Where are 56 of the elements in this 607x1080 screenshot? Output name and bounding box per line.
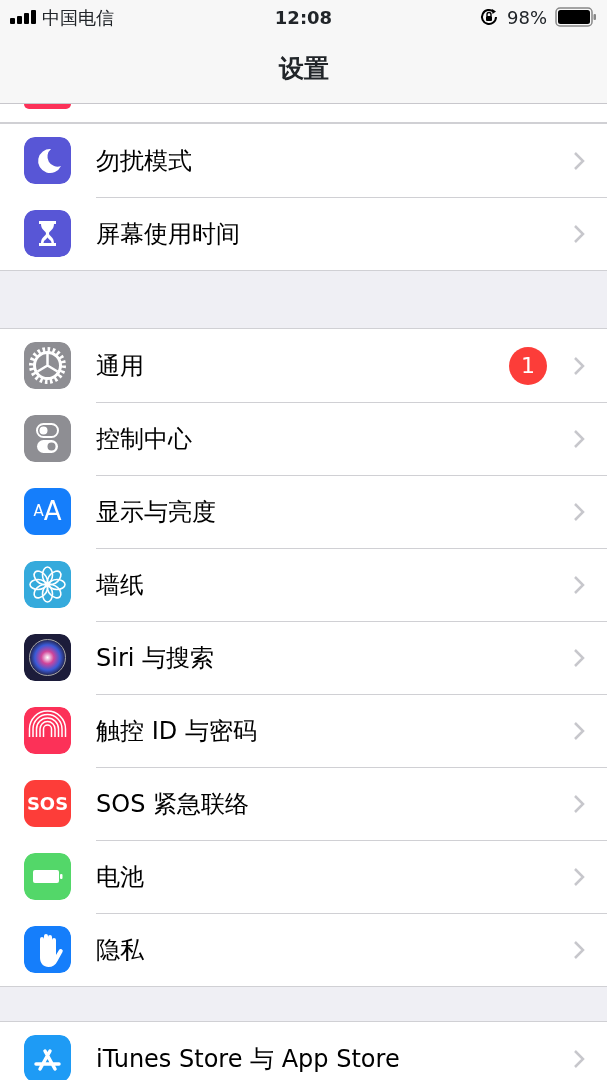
battery-icon [555, 7, 597, 27]
settings-row[interactable]: Siri 与搜索 [0, 621, 607, 694]
row-label: SOS 紧急联络 [96, 789, 250, 820]
settings-row[interactable]: 墙纸 [0, 548, 607, 621]
chevron-icon [573, 355, 585, 376]
chevron-icon [573, 794, 585, 814]
fingerprint-icon [24, 707, 71, 754]
chevron-icon [573, 429, 585, 449]
chevron-icon [573, 502, 585, 522]
page-title: 设置 [278, 52, 329, 85]
hand-icon [24, 926, 71, 973]
battery-icon [24, 853, 71, 900]
row-label: 电池 [96, 862, 145, 893]
moon-icon [24, 137, 71, 184]
settings-row[interactable]: 隐私 [0, 913, 607, 986]
row-label: 触控 ID 与密码 [96, 716, 258, 747]
row-label: 勿扰模式 [96, 145, 193, 177]
rotation-lock-icon [479, 7, 499, 27]
chevron-icon [573, 940, 585, 960]
row-label: iTunes Store 与 App Store [96, 1043, 401, 1075]
settings-row[interactable]: 通用 1 [0, 329, 607, 402]
row-label: 显示与亮度 [96, 497, 217, 528]
settings-row[interactable]: iTunes Store 与 App Store [0, 1022, 607, 1080]
chevron-icon [573, 575, 585, 595]
battery-percent: 98% [507, 5, 547, 30]
clock-time: 12:08 [274, 6, 333, 28]
settings-row[interactable]: 屏幕使用时间 [0, 197, 607, 270]
settings-row[interactable]: 电池 [0, 840, 607, 913]
chevron-icon [573, 1048, 585, 1069]
row-label: 墙纸 [96, 570, 145, 601]
app-icon [24, 104, 71, 109]
row-label: 通用 [96, 350, 145, 382]
toggle-icon [24, 415, 71, 462]
chevron-icon [573, 150, 585, 171]
settings-row[interactable]: 控制中心 [0, 402, 607, 475]
gear-icon [24, 342, 71, 389]
settings-row[interactable]: SOS SOS 紧急联络 [0, 767, 607, 840]
sos-icon: SOS [24, 780, 71, 827]
chevron-icon [573, 867, 585, 887]
flower-icon [24, 561, 71, 608]
hourglass-icon [24, 210, 71, 257]
settings-row[interactable]: 触控 ID 与密码 [0, 694, 607, 767]
chevron-icon [573, 721, 585, 741]
settings-row[interactable]: AA 显示与亮度 [0, 475, 607, 548]
chevron-icon [573, 648, 585, 668]
chevron-icon [573, 224, 585, 244]
settings-row[interactable]: 勿扰模式 [0, 124, 607, 197]
row-label: 屏幕使用时间 [96, 219, 241, 250]
carrier-name: 中国电信 [42, 5, 114, 30]
notification-badge: 1 [509, 346, 547, 385]
row-label: 控制中心 [96, 424, 193, 455]
orb-icon [24, 634, 71, 681]
signal-icon [10, 10, 38, 24]
row-label: Siri 与搜索 [96, 643, 216, 674]
row-label: 隐私 [96, 935, 145, 966]
text-size-icon: AA [24, 488, 71, 535]
